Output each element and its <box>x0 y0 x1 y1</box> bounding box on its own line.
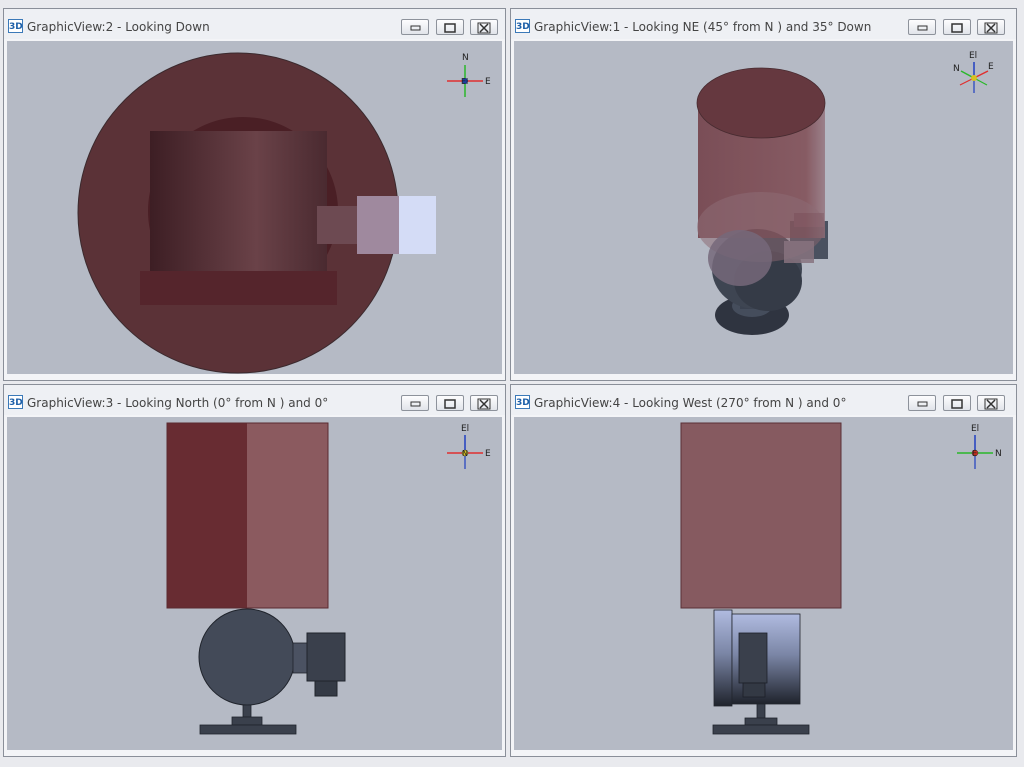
minimize-icon <box>410 25 421 31</box>
svg-text:El: El <box>969 51 977 61</box>
model-render-iso-view: El N E <box>696 51 994 335</box>
svg-text:El: El <box>461 424 469 434</box>
window-title: GraphicView:4 - Looking West (270° from … <box>534 396 847 410</box>
envelope-side <box>680 422 842 609</box>
svg-text:E: E <box>972 449 977 458</box>
graphic-view-4-window[interactable]: 3D GraphicView:4 - Looking West (270° fr… <box>510 384 1017 757</box>
close-icon <box>477 398 491 410</box>
svg-text:N: N <box>462 53 469 63</box>
close-button[interactable] <box>977 395 1005 411</box>
maximize-icon <box>951 23 963 33</box>
window-title: GraphicView:3 - Looking North (0° from N… <box>27 396 329 410</box>
graphic-viewport[interactable]: N E El <box>7 41 502 374</box>
maximize-icon <box>444 399 456 409</box>
close-button[interactable] <box>470 395 498 411</box>
graphic-view-1-window[interactable]: 3D GraphicView:1 - Looking NE (45° from … <box>510 8 1017 381</box>
svg-text:El: El <box>461 77 468 86</box>
envelope-front-left <box>167 423 247 608</box>
title-bar[interactable]: 3D GraphicView:4 - Looking West (270° fr… <box>511 385 1016 415</box>
3d-view-icon: 3D <box>515 395 530 409</box>
svg-text:N: N <box>953 64 960 74</box>
svg-text:E: E <box>485 77 491 87</box>
axis-triad-icon: El N E <box>957 424 1002 469</box>
axis-triad-icon: El N E <box>953 51 994 93</box>
3d-view-icon: 3D <box>8 19 23 33</box>
nozzle-stub <box>317 206 362 244</box>
translucent-envelope <box>696 67 826 262</box>
minimize-icon <box>917 401 928 407</box>
pump-body-top <box>150 131 327 271</box>
close-icon <box>477 22 491 34</box>
maximize-button[interactable] <box>943 19 971 35</box>
model-render-looking-down: N E El <box>77 52 491 374</box>
svg-text:E: E <box>485 449 491 459</box>
axis-triad-icon: El E N <box>447 424 491 469</box>
axis-triad-icon: N E El <box>447 53 491 97</box>
maximize-icon <box>951 399 963 409</box>
graphic-viewport[interactable]: El E N <box>7 417 502 750</box>
title-bar[interactable]: 3D GraphicView:2 - Looking Down <box>4 9 505 39</box>
envelope-front-right <box>247 423 328 608</box>
close-button[interactable] <box>470 19 498 35</box>
minimize-button[interactable] <box>401 19 429 35</box>
svg-text:E: E <box>988 62 994 72</box>
pump-base-top <box>140 271 337 305</box>
graphic-viewport[interactable]: El N E <box>514 417 1013 750</box>
minimize-button[interactable] <box>908 395 936 411</box>
maximize-button[interactable] <box>436 395 464 411</box>
title-bar[interactable]: 3D GraphicView:1 - Looking NE (45° from … <box>511 9 1016 39</box>
maximize-icon <box>444 23 456 33</box>
close-button[interactable] <box>977 19 1005 35</box>
minimize-icon <box>917 25 928 31</box>
pump-equipment <box>712 609 810 735</box>
minimize-button[interactable] <box>401 395 429 411</box>
minimize-button[interactable] <box>908 19 936 35</box>
close-icon <box>984 398 998 410</box>
graphic-view-2-window[interactable]: 3D GraphicView:2 - Looking Down N E El <box>3 8 506 381</box>
3d-view-icon: 3D <box>515 19 530 33</box>
svg-text:El: El <box>971 424 979 434</box>
window-title: GraphicView:2 - Looking Down <box>27 20 210 34</box>
graphic-viewport[interactable]: El N E <box>514 41 1013 374</box>
maximize-button[interactable] <box>436 19 464 35</box>
model-render-looking-west: El N E <box>680 422 1002 735</box>
graphic-view-3-window[interactable]: 3D GraphicView:3 - Looking North (0° fro… <box>3 384 506 757</box>
maximize-button[interactable] <box>943 395 971 411</box>
svg-text:N: N <box>462 449 468 458</box>
title-bar[interactable]: 3D GraphicView:3 - Looking North (0° fro… <box>4 385 505 415</box>
minimize-icon <box>410 401 421 407</box>
3d-view-icon: 3D <box>8 395 23 409</box>
window-title: GraphicView:1 - Looking NE (45° from N )… <box>534 20 872 34</box>
close-icon <box>984 22 998 34</box>
model-render-looking-north: El E N <box>166 422 491 735</box>
svg-text:N: N <box>995 449 1002 459</box>
pump-equipment <box>198 608 346 735</box>
